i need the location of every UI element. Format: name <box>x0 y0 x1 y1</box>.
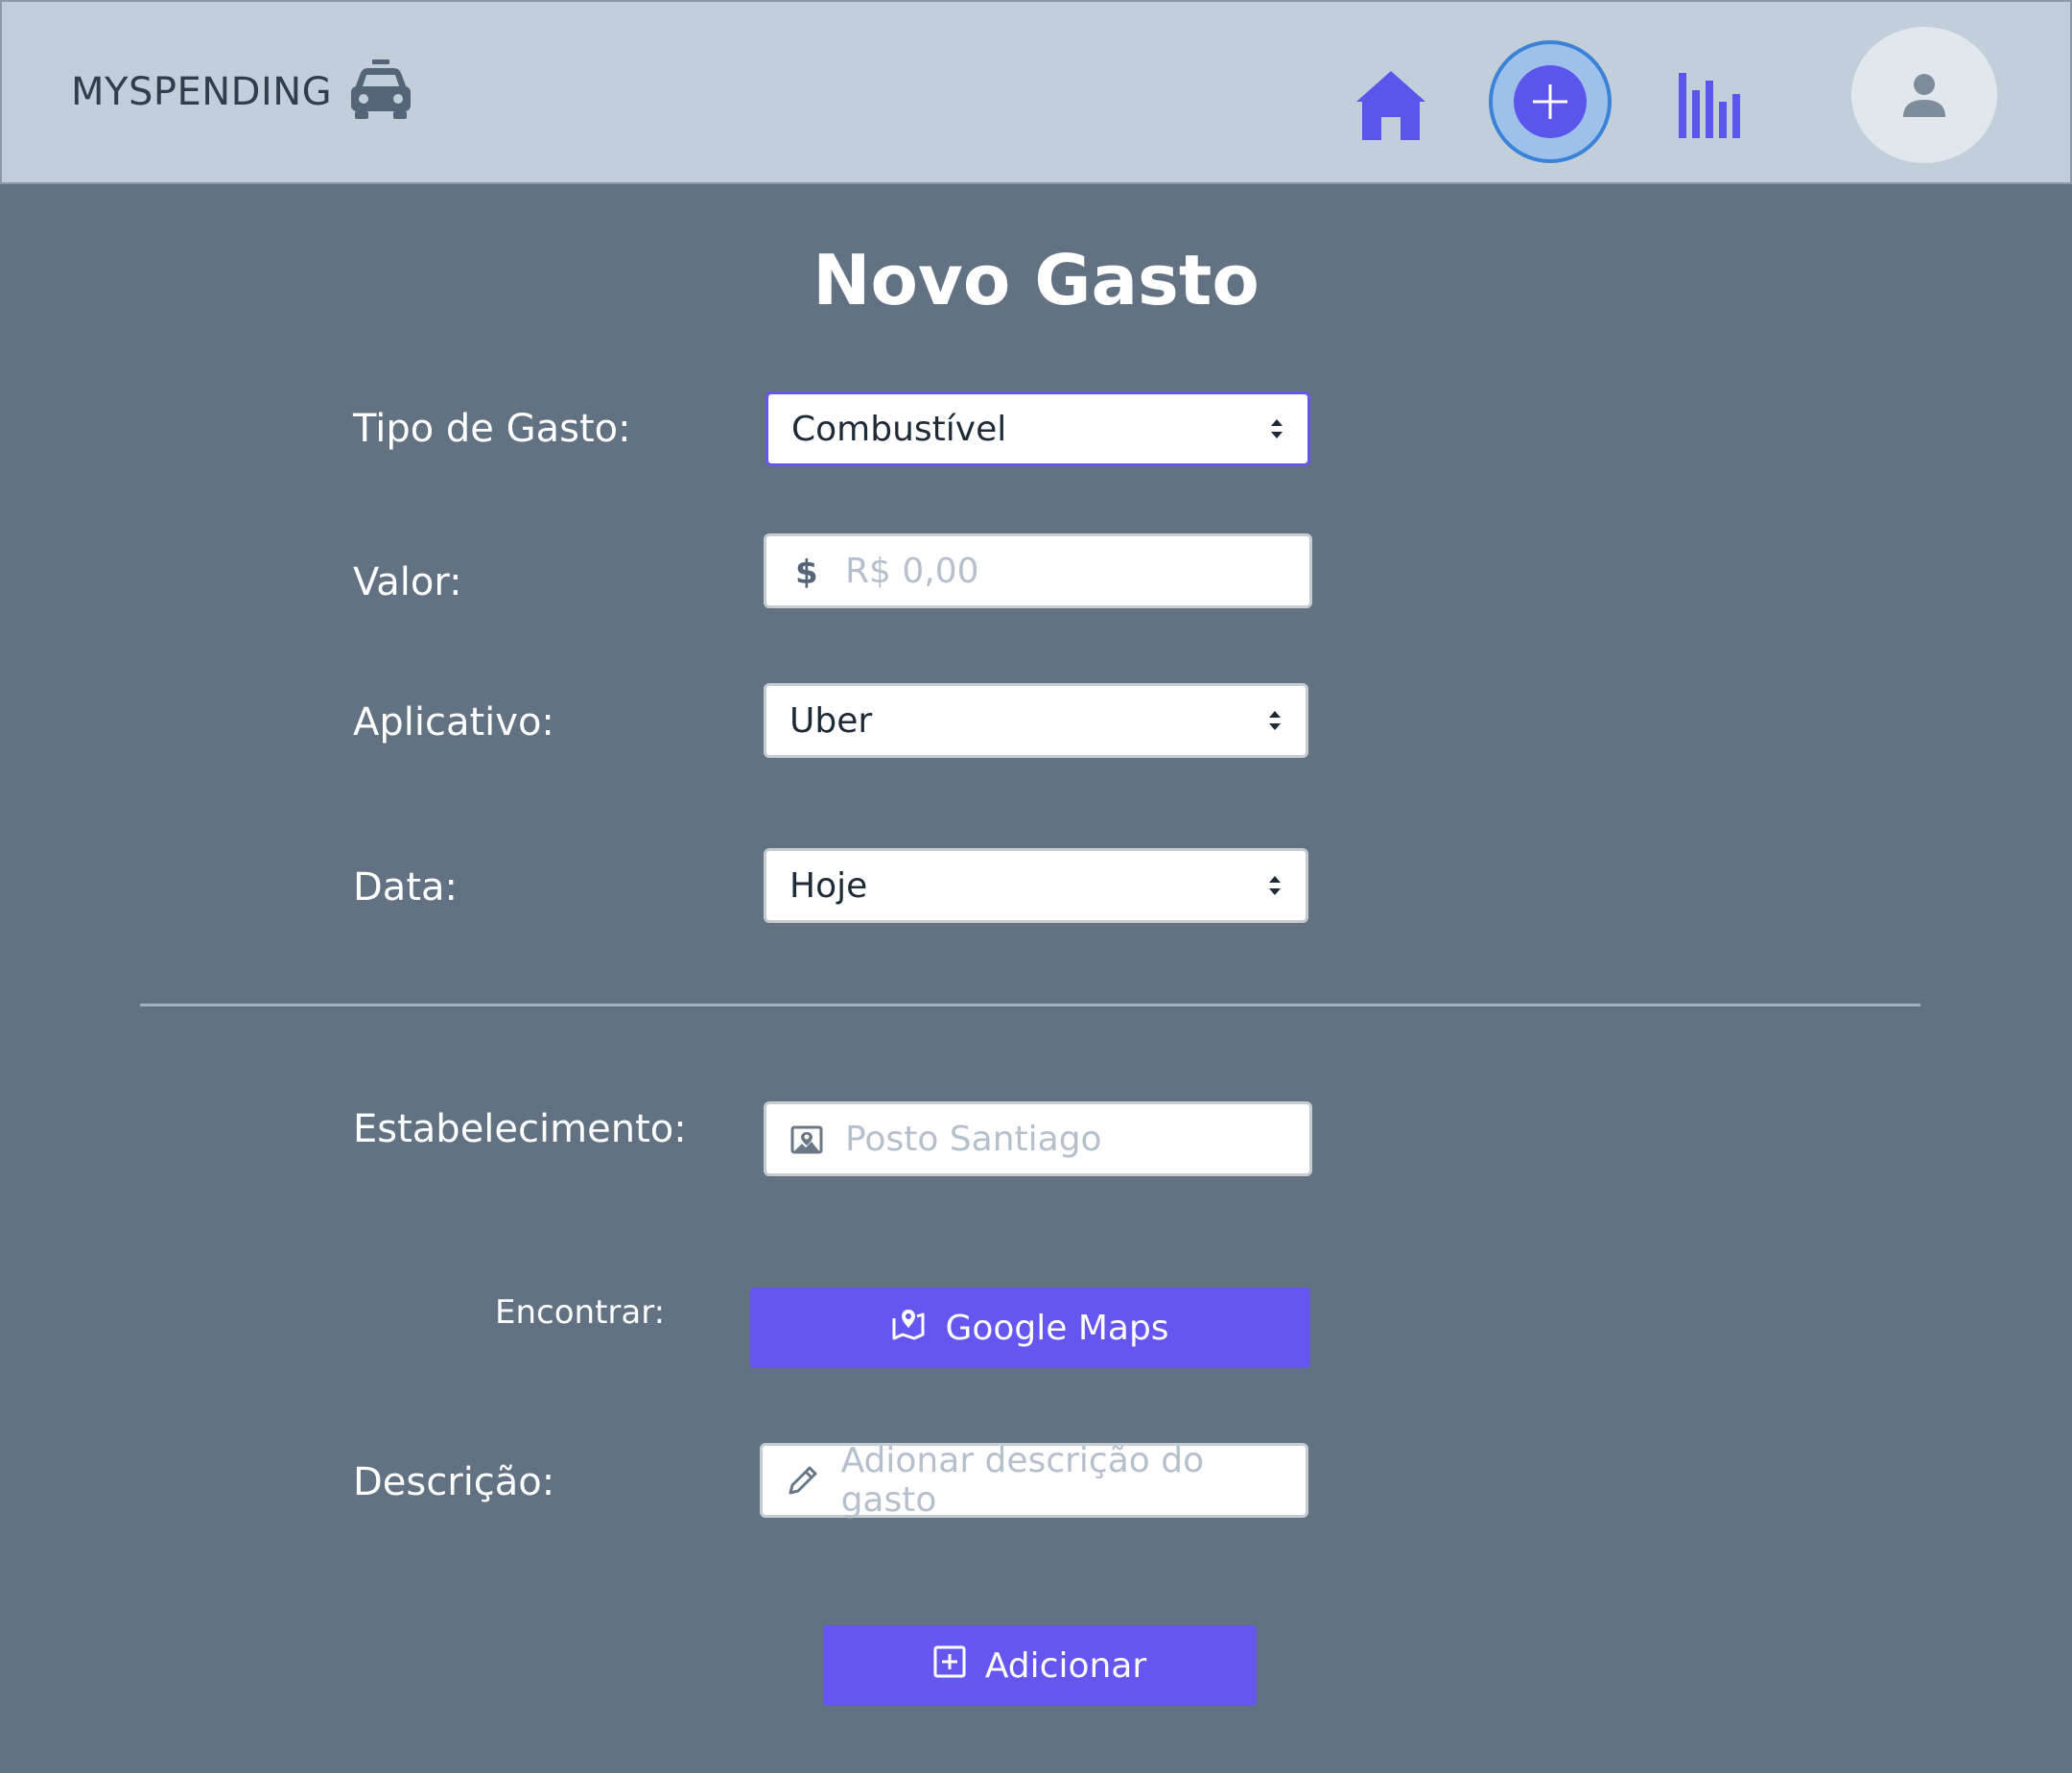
encontrar-label: Encontrar: <box>495 1293 666 1332</box>
valor-placeholder: R$ 0,00 <box>845 551 979 591</box>
descricao-label: Descrição: <box>353 1460 555 1504</box>
google-maps-button-label: Google Maps <box>945 1308 1169 1348</box>
estabelecimento-label: Estabelecimento: <box>353 1107 687 1151</box>
svg-text:$: $ <box>795 554 818 590</box>
data-select[interactable]: Hoje <box>764 848 1308 923</box>
pencil-icon <box>784 1461 822 1500</box>
tipo-select-value: Combustível <box>791 409 1007 449</box>
valor-label: Valor: <box>353 560 462 604</box>
descricao-input[interactable]: Adionar descrição do gasto <box>760 1441 1308 1520</box>
select-arrows-icon <box>1269 418 1284 439</box>
descricao-placeholder: Adionar descrição do gasto <box>840 1441 1205 1520</box>
user-icon <box>1903 74 1945 117</box>
map-pin-icon <box>891 1307 926 1350</box>
aplicativo-select-value: Uber <box>789 700 873 741</box>
adicionar-button-label: Adicionar <box>984 1645 1147 1686</box>
aplicativo-select[interactable]: Uber <box>764 683 1308 758</box>
estabelecimento-placeholder: Posto Santiago <box>845 1119 1102 1159</box>
plus-circle-icon <box>1514 65 1587 138</box>
aplicativo-label: Aplicativo: <box>353 700 554 745</box>
estabelecimento-input[interactable]: Posto Santiago <box>764 1101 1312 1176</box>
tipo-select[interactable]: Combustível <box>765 391 1310 466</box>
brand-name: MYSPENDING <box>71 70 333 114</box>
dollar-icon: $ <box>788 552 826 590</box>
adicionar-button[interactable]: Adicionar <box>823 1625 1257 1706</box>
select-arrows-icon <box>1267 710 1283 731</box>
avatar[interactable] <box>1851 27 1997 163</box>
data-label: Data: <box>353 865 458 910</box>
valor-input[interactable]: $ R$ 0,00 <box>764 533 1312 608</box>
home-icon[interactable] <box>1354 69 1427 142</box>
map-image-icon <box>788 1120 826 1158</box>
top-navbar: MYSPENDING <box>0 0 2072 184</box>
tipo-label: Tipo de Gasto: <box>353 407 631 451</box>
bar-chart-icon[interactable] <box>1677 69 1750 142</box>
section-divider <box>140 1004 1920 1006</box>
select-arrows-icon <box>1267 875 1283 896</box>
brand[interactable]: MYSPENDING <box>71 59 412 125</box>
add-expense-nav-button[interactable] <box>1489 40 1612 163</box>
data-select-value: Hoje <box>789 865 868 906</box>
page-title: Novo Gasto <box>812 240 1260 320</box>
taxi-icon <box>349 59 412 125</box>
google-maps-button[interactable]: Google Maps <box>750 1288 1310 1368</box>
plus-square-icon <box>933 1645 966 1687</box>
